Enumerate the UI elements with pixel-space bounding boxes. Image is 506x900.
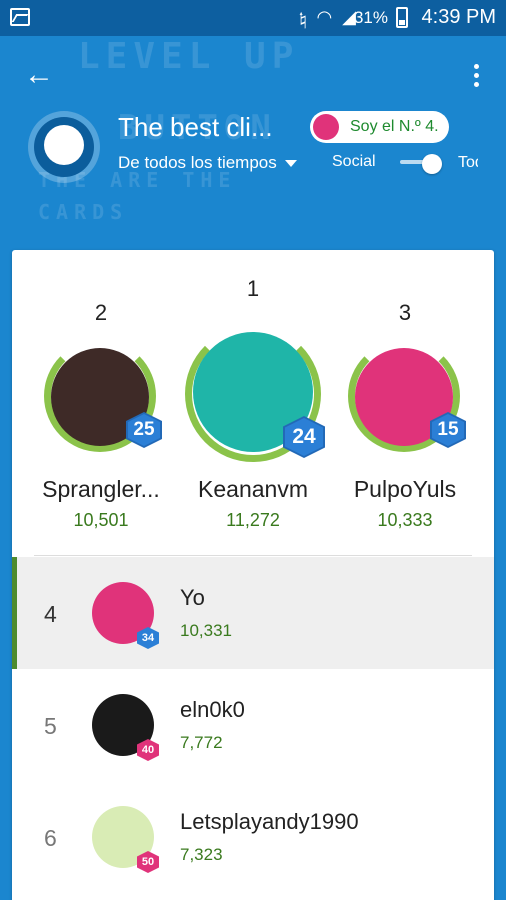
- todos-label: Todos: [458, 154, 478, 171]
- podium-second[interactable]: 2 25 Sprangler... 10,501: [34, 300, 168, 540]
- my-rank-label: Soy el N.º 4.: [350, 118, 439, 135]
- arrow-left-icon: ←: [24, 58, 54, 91]
- player-points: 7,323: [180, 845, 223, 864]
- page-title: The best cli...: [118, 112, 273, 142]
- gallery-icon: [10, 8, 30, 26]
- row-rank: 5: [44, 713, 57, 739]
- overflow-menu-button[interactable]: [466, 60, 486, 90]
- list-item[interactable]: 5 40 eln0k0 7,772: [12, 669, 494, 781]
- player-points: 7,772: [180, 733, 223, 752]
- dot: [473, 63, 479, 69]
- player-points: 10,331: [180, 621, 232, 640]
- toggle-knob: [422, 154, 442, 174]
- podium: 2 25 Sprangler... 10,501 1 24 Keananvm 1…: [12, 250, 494, 555]
- my-avatar: [313, 114, 339, 140]
- podium-rank: 2: [94, 300, 108, 325]
- player-name: Letsplayandy1990: [180, 809, 359, 834]
- podium-rank: 3: [398, 300, 412, 325]
- wifi-icon: ◠: [316, 7, 333, 27]
- podium-rank: 1: [246, 276, 260, 301]
- player-points: 10,501: [73, 510, 129, 530]
- player-name: eln0k0: [180, 697, 245, 722]
- list-item-me[interactable]: 4 34 Yo 10,331: [12, 557, 494, 669]
- dot: [473, 81, 479, 87]
- player-name: Keananvm: [198, 476, 308, 502]
- background-pattern: LEVEL UP: [78, 36, 300, 77]
- row-rank: 4: [44, 601, 57, 627]
- clock: 4:39 PM: [421, 6, 496, 28]
- player-name: PulpoYuls: [353, 476, 457, 502]
- caret-down-icon: [284, 160, 297, 168]
- dot: [473, 72, 479, 78]
- list-item[interactable]: 6 50 Letsplayandy1990 7,323: [12, 781, 494, 893]
- leaderboard-icon: [34, 117, 94, 177]
- social-label: Social: [332, 153, 376, 170]
- battery-percent: 31%: [353, 8, 388, 27]
- divider: [34, 555, 472, 556]
- time-filter-label: De todos los tiempos: [118, 153, 277, 172]
- mute-icon: 𝄮: [299, 7, 307, 27]
- podium-third[interactable]: 3 15 PulpoYuls 10,333: [338, 300, 472, 540]
- player-name: Yo: [180, 585, 205, 610]
- back-button[interactable]: ←: [24, 60, 56, 92]
- battery-icon: [396, 7, 408, 28]
- social-toggle[interactable]: [400, 154, 444, 174]
- time-filter-dropdown[interactable]: De todos los tiempos: [118, 153, 297, 173]
- podium-first[interactable]: 1 24 Keananvm 11,272: [177, 276, 329, 540]
- leaderboard-card: 2 25 Sprangler... 10,501 1 24 Keananvm 1…: [12, 250, 494, 900]
- my-rank-pill[interactable]: Soy el N.º 4.: [310, 111, 449, 143]
- status-bar: 𝄮 ◠ ◢ 31% 4:39 PM: [0, 0, 506, 36]
- status-icons: 𝄮 ◠ ◢: [300, 7, 356, 28]
- player-points: 10,333: [377, 510, 433, 530]
- row-rank: 6: [44, 825, 57, 851]
- player-points: 11,272: [226, 510, 280, 530]
- player-name: Sprangler...: [42, 476, 160, 502]
